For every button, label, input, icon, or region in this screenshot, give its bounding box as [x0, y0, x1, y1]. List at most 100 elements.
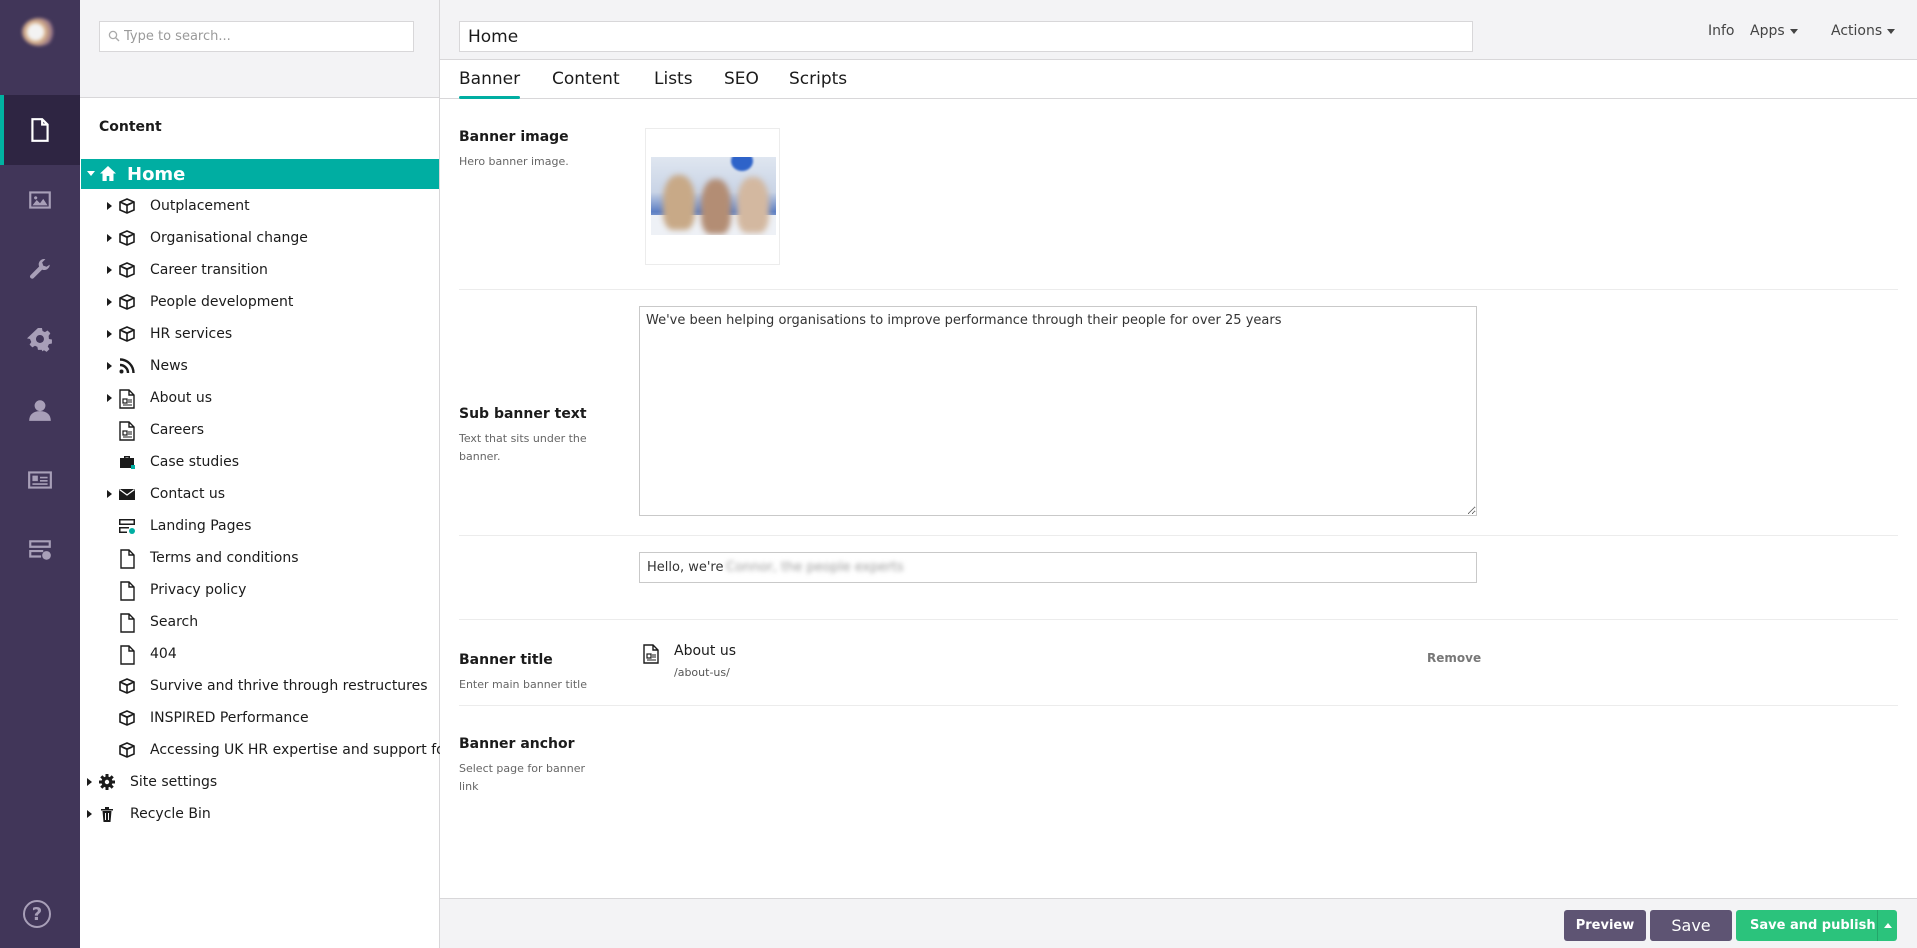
tree-node[interactable]: News: [80, 353, 438, 379]
tree-node[interactable]: Recycle Bin: [80, 801, 438, 827]
tree-search-input[interactable]: [124, 25, 404, 48]
section-content[interactable]: [0, 95, 80, 165]
node-name-input[interactable]: [459, 21, 1473, 52]
gear-icon: [27, 327, 52, 352]
expand-toggle[interactable]: [107, 234, 112, 242]
property-description: Text that sits under the banner.: [459, 432, 587, 463]
tab-banner[interactable]: Banner: [459, 69, 521, 99]
tree-node-home[interactable]: Home: [81, 159, 439, 189]
tree-node-label: 404: [150, 646, 177, 662]
editor-tabs: Banner Content Lists SEO Scripts: [440, 60, 1917, 99]
page-icon: [118, 645, 136, 665]
image-detail: [663, 175, 695, 230]
preview-button[interactable]: Preview: [1564, 910, 1646, 941]
property-label: Sub banner text: [459, 406, 587, 422]
tree-node[interactable]: People development: [80, 289, 438, 315]
section-media[interactable]: [0, 165, 80, 235]
tree-node-label: Contact us: [150, 486, 226, 502]
section-packages[interactable]: [0, 305, 80, 375]
save-and-publish-button[interactable]: Save and publish: [1736, 910, 1897, 941]
box-icon: [118, 261, 136, 279]
tab-content[interactable]: Content: [552, 69, 620, 99]
tab-scripts[interactable]: Scripts: [789, 69, 847, 99]
expand-toggle[interactable]: [107, 266, 112, 274]
id-card-icon: [28, 471, 52, 489]
page-icon: [118, 613, 136, 633]
tree-search-box[interactable]: [99, 21, 414, 52]
tree-node-label: About us: [150, 390, 213, 406]
property-label: Banner anchor: [459, 736, 575, 752]
remove-link[interactable]: Remove: [1427, 651, 1481, 665]
banner-title-input[interactable]: Hello, we're Connor, the people experts: [639, 552, 1477, 583]
collapse-toggle[interactable]: [87, 171, 95, 176]
info-button[interactable]: Info: [1708, 23, 1735, 39]
tree-node[interactable]: Survive and thrive through restructures: [80, 673, 438, 699]
section-forms[interactable]: [0, 515, 80, 585]
box-icon: [118, 325, 136, 343]
tree-node-label: INSPIRED Performance: [150, 710, 309, 726]
tree-node[interactable]: 404: [80, 641, 438, 667]
property-description: Hero banner image.: [459, 155, 569, 168]
tree-node-label: Site settings: [130, 774, 218, 790]
tree-node[interactable]: Terms and conditions: [80, 545, 438, 571]
image-detail: [737, 177, 769, 233]
banner-title-redacted: Connor, the people experts: [726, 560, 904, 575]
actions-button[interactable]: Actions: [1831, 23, 1896, 39]
app-navigation: ?: [0, 0, 80, 948]
editor-footer: Preview Save Save and publish: [440, 898, 1917, 948]
tree-node[interactable]: Outplacement: [80, 193, 438, 219]
expand-toggle[interactable]: [87, 778, 92, 786]
document-info-icon: [118, 421, 136, 441]
sub-banner-textarea[interactable]: We've been helping organisations to impr…: [639, 306, 1477, 516]
tab-lists[interactable]: Lists: [654, 69, 693, 99]
tree-node-label: Search: [150, 614, 199, 630]
tree-node-label: Organisational change: [150, 230, 308, 246]
tree-node[interactable]: Contact us: [80, 481, 438, 507]
tree-node[interactable]: Site settings: [80, 769, 438, 795]
tree-node[interactable]: Landing Pages: [80, 513, 438, 539]
tree-node[interactable]: Search: [80, 609, 438, 635]
search-icon: [108, 30, 120, 42]
save-button[interactable]: Save: [1650, 910, 1732, 941]
server-icon: [118, 517, 136, 535]
expand-toggle[interactable]: [87, 810, 92, 818]
tree-node[interactable]: Career transition: [80, 257, 438, 283]
publish-options-toggle[interactable]: [1877, 910, 1897, 941]
help-icon[interactable]: ?: [23, 900, 51, 928]
section-members[interactable]: [0, 445, 80, 515]
document-info-icon: [118, 389, 136, 409]
expand-toggle[interactable]: [107, 490, 112, 498]
tree-node-label: News: [150, 358, 188, 374]
box-icon: [118, 741, 136, 759]
banner-image-picker[interactable]: [645, 128, 780, 265]
tree-node-label: People development: [150, 294, 294, 310]
tab-seo[interactable]: SEO: [724, 69, 759, 99]
expand-toggle[interactable]: [107, 298, 112, 306]
tree-node-label: Outplacement: [150, 198, 250, 214]
banner-anchor-picker: About us /about-us/ Remove: [640, 642, 1481, 682]
section-settings[interactable]: [0, 235, 80, 305]
expand-toggle[interactable]: [107, 394, 112, 402]
box-icon: [118, 709, 136, 727]
tree-node[interactable]: HR services: [80, 321, 438, 347]
banner-image-thumbnail[interactable]: [651, 157, 776, 235]
expand-toggle[interactable]: [107, 362, 112, 370]
anchor-link-name[interactable]: About us: [674, 643, 736, 659]
tree-node[interactable]: Organisational change: [80, 225, 438, 251]
tree-node[interactable]: Accessing UK HR expertise and support fo…: [80, 737, 451, 763]
box-icon: [118, 229, 136, 247]
tree-node[interactable]: Careers: [80, 417, 438, 443]
box-icon: [118, 293, 136, 311]
logo[interactable]: [22, 18, 56, 46]
save-and-publish-label: Save and publish: [1750, 918, 1876, 933]
tree-node[interactable]: Privacy policy: [80, 577, 438, 603]
apps-button[interactable]: Apps: [1750, 23, 1798, 39]
tree-node[interactable]: INSPIRED Performance: [80, 705, 438, 731]
tree-node-label: Privacy policy: [150, 582, 247, 598]
expand-toggle[interactable]: [107, 202, 112, 210]
section-users[interactable]: [0, 375, 80, 445]
expand-toggle[interactable]: [107, 330, 112, 338]
box-icon: [118, 197, 136, 215]
tree-node[interactable]: Case studies: [80, 449, 438, 475]
tree-node[interactable]: About us: [80, 385, 438, 411]
